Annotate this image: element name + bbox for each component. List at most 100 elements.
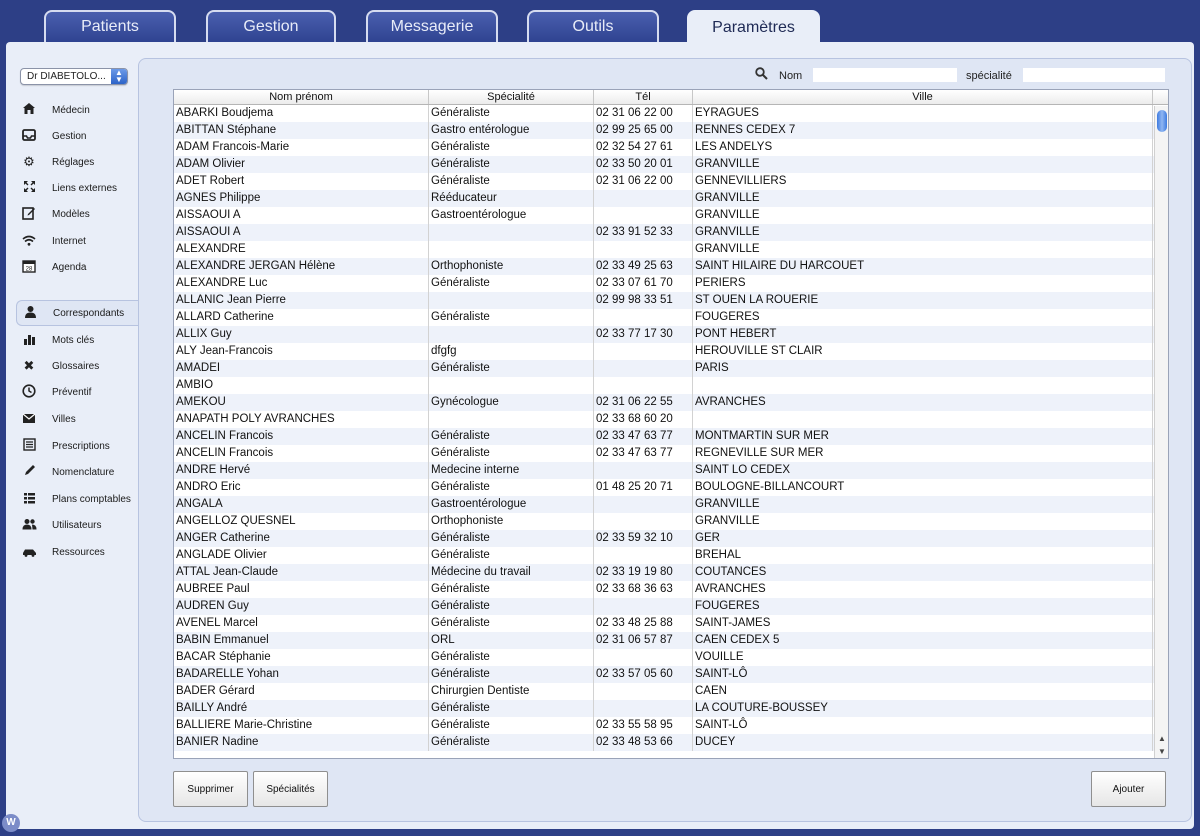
table-row[interactable]: AVENEL Marcel Généraliste 02 33 48 25 88 SA…: [174, 615, 1168, 632]
table-row[interactable]: ALEXANDRE Luc Généraliste 02 33 07 61 70 PE…: [174, 275, 1168, 292]
sidebar-item-label: Agenda: [52, 261, 87, 273]
search-name-input[interactable]: [813, 68, 957, 82]
sidebar-item-nomenclature[interactable]: Nomenclature: [20, 461, 142, 483]
table-row[interactable]: ANGLADE Olivier Généraliste BREHAL: [174, 547, 1168, 564]
cell-ville: DUCEY: [693, 734, 1153, 751]
cell-tel: [594, 343, 693, 360]
tab-gestion[interactable]: Gestion: [206, 10, 336, 42]
sidebar-item-villes[interactable]: Villes: [20, 408, 142, 430]
sidebar-item-utilisateurs[interactable]: Utilisateurs: [20, 514, 142, 536]
column-header-tel[interactable]: Tél: [594, 90, 693, 104]
table-scrollbar[interactable]: ▲ ▼: [1154, 106, 1168, 758]
cell-specialite: Généraliste: [429, 275, 594, 292]
table-row[interactable]: ADET Robert Généraliste 02 31 06 22 00 GENN…: [174, 173, 1168, 190]
cell-specialite: Généraliste: [429, 105, 594, 122]
sidebar-item-label: Mots clés: [52, 334, 95, 346]
scroll-up-arrow-icon[interactable]: ▲: [1155, 733, 1168, 745]
tab-outils[interactable]: Outils: [527, 10, 659, 42]
add-button[interactable]: Ajouter: [1091, 771, 1166, 807]
specialties-button[interactable]: Spécialités: [253, 771, 328, 807]
sidebar-item-prescriptions[interactable]: Prescriptions: [20, 435, 142, 457]
table-row[interactable]: ANCELIN Francois Généraliste 02 33 47 63 7…: [174, 445, 1168, 462]
cell-specialite: Généraliste: [429, 156, 594, 173]
table-row[interactable]: ADAM Olivier Généraliste 02 33 50 20 01 GRA…: [174, 156, 1168, 173]
table-row[interactable]: BANIER Nadine Généraliste 02 33 48 53 66 DU…: [174, 734, 1168, 751]
cell-specialite: Généraliste: [429, 445, 594, 462]
table-row[interactable]: ANDRO Eric Généraliste 01 48 25 20 71 BOULO…: [174, 479, 1168, 496]
table-row[interactable]: BAILLY André Généraliste LA COUTURE-BOUSSE…: [174, 700, 1168, 717]
sidebar-item-liens-externes[interactable]: Liens externes: [20, 177, 142, 199]
table-row[interactable]: ABITTAN Stéphane Gastro entérologue 02 99 …: [174, 122, 1168, 139]
table-row[interactable]: ANAPATH POLY AVRANCHES 02 33 68 60 20: [174, 411, 1168, 428]
sidebar-item-glossaires[interactable]: ✖ Glossaires: [20, 355, 142, 377]
table-row[interactable]: ALLIX Guy 02 33 77 17 30 PONT HEBERT: [174, 326, 1168, 343]
table-row[interactable]: BACAR Stéphanie Généraliste VOUILLE: [174, 649, 1168, 666]
table-row[interactable]: BALLIERE Marie-Christine Généraliste 02 33…: [174, 717, 1168, 734]
sidebar-item-preventif[interactable]: Préventif: [20, 381, 142, 403]
cell-ville: CAEN: [693, 683, 1153, 700]
scrollbar-thumb[interactable]: [1157, 110, 1167, 132]
cell-nom: ALEXANDRE Luc: [174, 275, 429, 292]
cell-nom: ANDRO Eric: [174, 479, 429, 496]
cell-specialite: Généraliste: [429, 717, 594, 734]
sidebar-item-medecin[interactable]: Médecin: [20, 99, 142, 121]
table-row[interactable]: AUDREN Guy Généraliste FOUGERES: [174, 598, 1168, 615]
sidebar-item-gestion[interactable]: Gestion: [20, 125, 142, 147]
sidebar-item-correspondants[interactable]: Correspondants: [16, 300, 146, 326]
column-header-ville[interactable]: Ville: [693, 90, 1153, 104]
tab-messagerie[interactable]: Messagerie: [366, 10, 498, 42]
table-row[interactable]: ANGER Catherine Généraliste 02 33 59 32 10…: [174, 530, 1168, 547]
column-header-nom[interactable]: Nom prénom: [174, 90, 429, 104]
column-header-blank: [1153, 90, 1168, 104]
cell-nom: BAILLY André: [174, 700, 429, 717]
table-row[interactable]: ANGALA Gastroentérologue GRANVILLE: [174, 496, 1168, 513]
column-header-specialite[interactable]: Spécialité: [429, 90, 594, 104]
sidebar-item-internet[interactable]: Internet: [20, 230, 142, 252]
sidebar-item-plans-comptables[interactable]: Plans comptables: [20, 488, 142, 510]
table-row[interactable]: AISSAOUI A 02 33 91 52 33 GRANVILLE: [174, 224, 1168, 241]
tab-patients[interactable]: Patients: [44, 10, 176, 42]
cell-nom: ADAM Francois-Marie: [174, 139, 429, 156]
sidebar-item-ressources[interactable]: Ressources: [20, 541, 142, 563]
cell-tel: 02 33 47 63 77: [594, 428, 693, 445]
cell-ville: LA COUTURE-BOUSSEY: [693, 700, 1153, 717]
table-row[interactable]: ANCELIN Francois Généraliste 02 33 47 63 7…: [174, 428, 1168, 445]
table-row[interactable]: ALLANIC Jean Pierre 02 99 98 33 51 ST OUEN…: [174, 292, 1168, 309]
sidebar-item-modeles[interactable]: Modèles: [20, 203, 142, 225]
sidebar-item-agenda[interactable]: 28 Agenda: [20, 256, 142, 278]
table-row[interactable]: BADER Gérard Chirurgien Dentiste CAEN: [174, 683, 1168, 700]
table-row[interactable]: ALY Jean-Francois dfgfg HEROUVILLE ST CLAI…: [174, 343, 1168, 360]
table-row[interactable]: BADARELLE Yohan Généraliste 02 33 57 05 60…: [174, 666, 1168, 683]
table-row[interactable]: ANGELLOZ QUESNEL Orthophoniste GRANVILLE: [174, 513, 1168, 530]
table-row[interactable]: ADAM Francois-Marie Généraliste 02 32 54 2…: [174, 139, 1168, 156]
search-name-label: Nom: [779, 70, 803, 82]
table-row[interactable]: AMEKOU Gynécologue 02 31 06 22 55 AVRANCHES: [174, 394, 1168, 411]
search-specialty-input[interactable]: [1023, 68, 1165, 82]
sidebar-item-mots-cles[interactable]: Mots clés: [20, 329, 142, 351]
table-row[interactable]: ALEXANDRE GRANVILLE: [174, 241, 1168, 258]
cell-nom: AISSAOUI A: [174, 224, 429, 241]
table-row[interactable]: AMBIO: [174, 377, 1168, 394]
table-row[interactable]: AUBREE Paul Généraliste 02 33 68 36 63 AVRA…: [174, 581, 1168, 598]
table-row[interactable]: ATTAL Jean-Claude Médecine du travail 02 3…: [174, 564, 1168, 581]
doctor-select[interactable]: Dr DIABETOLO... ▲ ▼: [20, 68, 128, 85]
table-row[interactable]: ANDRE Hervé Medecine interne SAINT LO CEDE…: [174, 462, 1168, 479]
table-row[interactable]: ALEXANDRE JERGAN Hélène Orthophoniste 02 3…: [174, 258, 1168, 275]
tab-parametres[interactable]: Paramètres: [687, 10, 820, 43]
table-row[interactable]: ABARKI Boudjema Généraliste 02 31 06 22 00…: [174, 105, 1168, 122]
cell-nom: ABARKI Boudjema: [174, 105, 429, 122]
cell-tel: [594, 190, 693, 207]
sidebar-item-label: Correspondants: [53, 307, 125, 319]
cell-nom: AVENEL Marcel: [174, 615, 429, 632]
scroll-down-arrow-icon[interactable]: ▼: [1155, 746, 1168, 758]
cell-tel: 02 31 06 57 87: [594, 632, 693, 649]
table-row[interactable]: AMADEI Généraliste PARIS: [174, 360, 1168, 377]
cell-ville: MONTMARTIN SUR MER: [693, 428, 1153, 445]
table-row[interactable]: AGNES Philippe Rééducateur GRANVILLE: [174, 190, 1168, 207]
table-row[interactable]: ALLARD Catherine Généraliste FOUGERES: [174, 309, 1168, 326]
table-row[interactable]: AISSAOUI A Gastroentérologue GRANVILLE: [174, 207, 1168, 224]
delete-button[interactable]: Supprimer: [173, 771, 248, 807]
table-row[interactable]: BABIN Emmanuel ORL 02 31 06 57 87 CAEN CEDE…: [174, 632, 1168, 649]
sidebar-item-reglages[interactable]: ⚙ Réglages: [20, 151, 142, 173]
car-icon: [20, 545, 38, 560]
